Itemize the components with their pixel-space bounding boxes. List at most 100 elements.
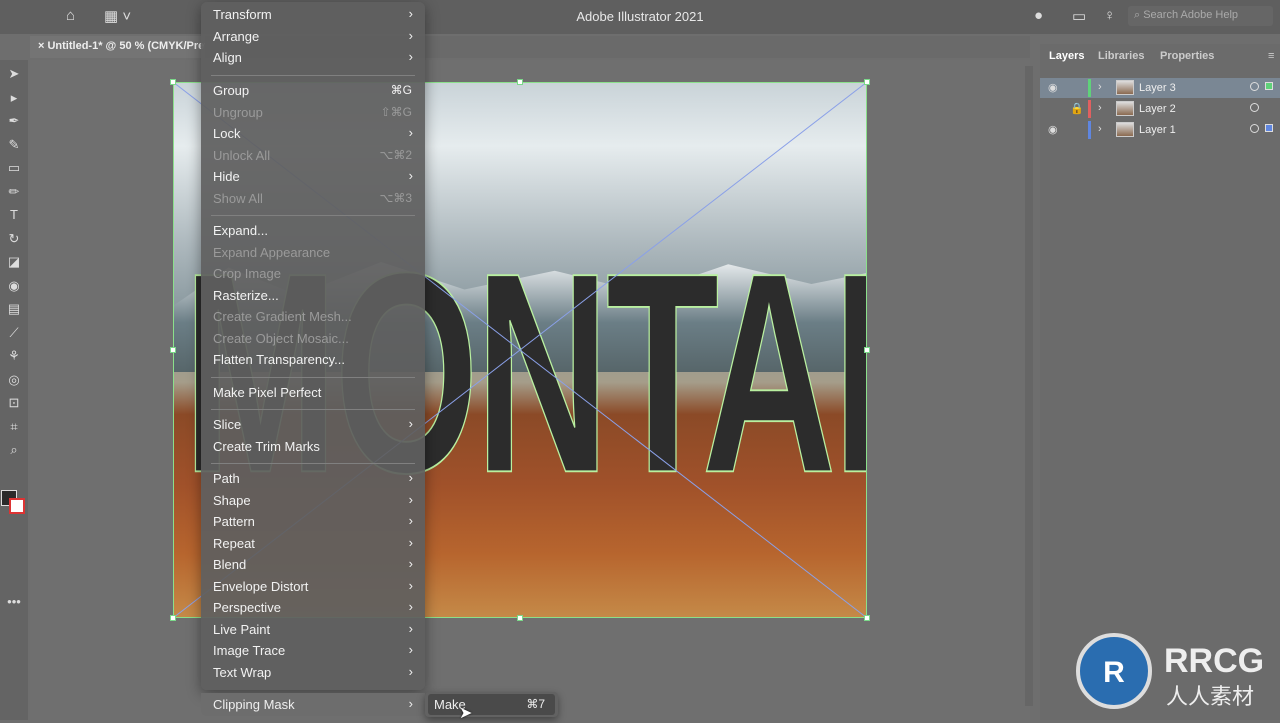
- chevron-right-icon: ›: [408, 416, 413, 431]
- layer-row[interactable]: ◉ › Layer 1: [1040, 120, 1280, 140]
- menu-separator: [211, 215, 415, 216]
- menu-item-label: Create Object Mosaic...: [213, 331, 349, 346]
- menu-item-arrange[interactable]: Arrange ›: [201, 26, 425, 47]
- free-transform-tool-icon[interactable]: ⌗: [4, 419, 24, 437]
- resize-handle[interactable]: [170, 615, 176, 621]
- menu-item-perspective[interactable]: Perspective ›: [201, 597, 425, 618]
- lock-icon[interactable]: 🔒: [1070, 102, 1084, 115]
- menu-item-path[interactable]: Path ›: [201, 468, 425, 489]
- layer-row[interactable]: ◉ › Layer 3: [1040, 78, 1280, 98]
- document-tab[interactable]: × Untitled-1* @ 50 % (CMYK/Preview): [30, 36, 205, 58]
- resize-handle[interactable]: [864, 79, 870, 85]
- menu-item-label: Create Gradient Mesh...: [213, 309, 352, 324]
- menu-item-repeat[interactable]: Repeat ›: [201, 533, 425, 554]
- warp-tool-icon[interactable]: ◉: [4, 278, 24, 296]
- menu-item-live-paint[interactable]: Live Paint ›: [201, 619, 425, 640]
- vertical-scrollbar[interactable]: [1025, 66, 1033, 706]
- menu-item-text-wrap[interactable]: Text Wrap ›: [201, 662, 425, 683]
- lightbulb-icon[interactable]: ♀: [1104, 7, 1115, 24]
- resize-handle[interactable]: [517, 79, 523, 85]
- selection-tool-icon[interactable]: ➤: [4, 66, 24, 84]
- shape-builder-tool-icon[interactable]: ◎: [4, 372, 24, 390]
- chevron-right-icon[interactable]: ›: [1098, 81, 1102, 93]
- mouse-cursor-icon: ➤: [459, 705, 473, 722]
- paintbrush-tool-icon[interactable]: ✏: [4, 184, 24, 202]
- menu-item-label: Transform: [213, 7, 272, 22]
- stroke-color-swatch[interactable]: [9, 498, 25, 514]
- selection-indicator[interactable]: [1265, 124, 1273, 132]
- menu-item-hide[interactable]: Hide ›: [201, 166, 425, 187]
- menu-item-lock[interactable]: Lock ›: [201, 123, 425, 144]
- menu-item-create-trim-marks[interactable]: Create Trim Marks: [201, 436, 425, 457]
- menu-item-image-trace[interactable]: Image Trace ›: [201, 640, 425, 661]
- menu-item-expand[interactable]: Expand...: [201, 220, 425, 241]
- menu-item-ungroup[interactable]: Ungroup ⇧⌘G: [201, 102, 425, 123]
- menu-item-label: Ungroup: [213, 105, 263, 120]
- menu-item-clipping-mask[interactable]: Clipping Mask ›: [201, 693, 425, 716]
- type-tool-icon[interactable]: T: [4, 207, 24, 225]
- visibility-eye-icon[interactable]: ◉: [1048, 123, 1058, 136]
- eyedropper-tool-icon[interactable]: ⟋: [4, 325, 24, 343]
- eraser-tool-icon[interactable]: ◪: [4, 254, 24, 272]
- menu-item-create-object-mosaic[interactable]: Create Object Mosaic...: [201, 328, 425, 349]
- menu-item-make[interactable]: Make ⌘7: [428, 694, 555, 715]
- resize-handle[interactable]: [170, 347, 176, 353]
- menu-item-label: Align: [213, 50, 242, 65]
- chevron-right-icon: ›: [408, 696, 413, 711]
- menu-item-unlock-all[interactable]: Unlock All ⌥⌘2: [201, 145, 425, 166]
- target-circle-icon[interactable]: [1250, 124, 1259, 133]
- menu-separator: [211, 409, 415, 410]
- menu-item-blend[interactable]: Blend ›: [201, 554, 425, 575]
- menu-item-transform[interactable]: Transform ›: [201, 4, 425, 25]
- target-circle-icon[interactable]: [1250, 103, 1259, 112]
- chevron-right-icon: ›: [408, 492, 413, 507]
- chevron-right-icon: ›: [408, 6, 413, 21]
- menu-item-create-gradient-mesh[interactable]: Create Gradient Mesh...: [201, 306, 425, 327]
- target-circle-icon[interactable]: [1250, 82, 1259, 91]
- resize-handle[interactable]: [170, 79, 176, 85]
- panel-menu-icon[interactable]: ≡: [1268, 50, 1274, 62]
- direct-selection-tool-icon[interactable]: ▸: [4, 90, 24, 108]
- menu-item-shape[interactable]: Shape ›: [201, 490, 425, 511]
- resize-handle[interactable]: [517, 615, 523, 621]
- resize-handle[interactable]: [864, 347, 870, 353]
- layer-color-bar: [1088, 121, 1091, 139]
- menu-item-align[interactable]: Align ›: [201, 47, 425, 68]
- tab-libraries[interactable]: Libraries: [1098, 50, 1144, 62]
- tab-properties[interactable]: Properties: [1160, 50, 1214, 62]
- menu-item-label: Repeat: [213, 536, 255, 551]
- selection-indicator[interactable]: [1265, 82, 1273, 90]
- menu-item-make-pixel-perfect[interactable]: Make Pixel Perfect: [201, 382, 425, 403]
- chevron-right-icon[interactable]: ›: [1098, 102, 1102, 114]
- menu-item-slice[interactable]: Slice ›: [201, 414, 425, 435]
- tab-layers[interactable]: Layers: [1049, 50, 1084, 62]
- menu-item-group[interactable]: Group ⌘G: [201, 80, 425, 101]
- layer-thumbnail: [1116, 80, 1134, 95]
- menu-item-crop-image[interactable]: Crop Image: [201, 263, 425, 284]
- chevron-right-icon[interactable]: ›: [1098, 123, 1102, 135]
- user-icon[interactable]: ●: [1034, 7, 1043, 24]
- menu-item-rasterize[interactable]: Rasterize...: [201, 285, 425, 306]
- menu-item-expand-appearance[interactable]: Expand Appearance: [201, 242, 425, 263]
- rotate-tool-icon[interactable]: ↻: [4, 231, 24, 249]
- zoom-tool-icon[interactable]: ⌕: [4, 442, 24, 460]
- menu-item-show-all[interactable]: Show All ⌥⌘3: [201, 188, 425, 209]
- search-input[interactable]: ⌕ Search Adobe Help: [1128, 6, 1273, 26]
- blend-tool-icon[interactable]: ⚘: [4, 348, 24, 366]
- visibility-eye-icon[interactable]: ◉: [1048, 81, 1058, 94]
- curvature-tool-icon[interactable]: ✎: [4, 137, 24, 155]
- menu-item-pattern[interactable]: Pattern ›: [201, 511, 425, 532]
- layer-row[interactable]: 🔒 › Layer 2: [1040, 99, 1280, 119]
- more-tools-icon[interactable]: •••: [4, 594, 24, 612]
- artboard-tool-icon[interactable]: ⊡: [4, 395, 24, 413]
- app-title: Adobe Illustrator 2021: [576, 9, 704, 24]
- menu-item-label: Lock: [213, 126, 241, 141]
- menu-item-envelope-distort[interactable]: Envelope Distort ›: [201, 576, 425, 597]
- menu-item-flatten-transparency[interactable]: Flatten Transparency...: [201, 349, 425, 370]
- arrange-documents-icon[interactable]: ▭: [1072, 7, 1086, 25]
- rectangle-tool-icon[interactable]: ▭: [4, 160, 24, 178]
- gradient-tool-icon[interactable]: ▤: [4, 301, 24, 319]
- pen-tool-icon[interactable]: ✒: [4, 113, 24, 131]
- resize-handle[interactable]: [864, 615, 870, 621]
- layer-color-bar: [1088, 100, 1091, 118]
